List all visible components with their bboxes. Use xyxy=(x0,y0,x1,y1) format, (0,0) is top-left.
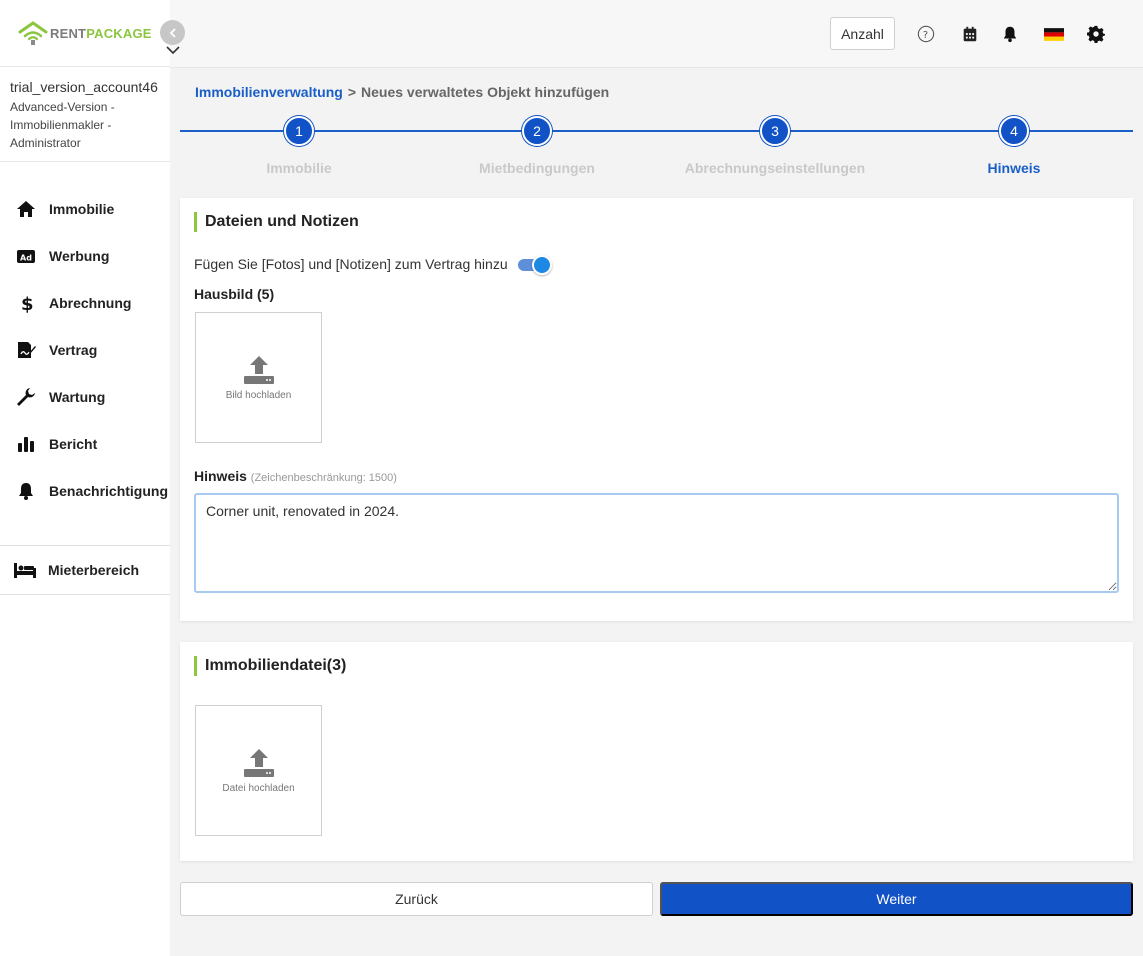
step-number: 2 xyxy=(522,116,552,146)
step-abrechnungseinstellungen[interactable]: 3 Abrechnungseinstellungen xyxy=(665,116,885,176)
upload-file-text: Datei hochladen xyxy=(222,783,295,794)
breadcrumb-root-link[interactable]: Immobilienverwaltung xyxy=(195,84,343,100)
sidebar-item-benachrichtigung[interactable]: Benachrichtigung xyxy=(0,467,170,514)
sidebar-item-mieterbereich[interactable]: Mieterbereich xyxy=(0,545,170,595)
step-label: Abrechnungseinstellungen xyxy=(684,160,866,176)
breadcrumb: Immobilienverwaltung > Neues verwaltetes O… xyxy=(195,84,609,100)
sidebar-item-label: Mieterbereich xyxy=(48,562,140,578)
ad-icon: Ad xyxy=(15,245,37,267)
note-label-row: Hinweis (Zeichenbeschränkung: 1500) xyxy=(194,468,397,484)
step-hinweis[interactable]: 4 Hinweis xyxy=(904,116,1124,176)
sidebar: RENTPACKAGE trial_version_account46 Adva… xyxy=(0,0,170,956)
sidebar-item-immobilie[interactable]: Immobilie xyxy=(0,185,170,232)
sidebar-item-label: Benachrichtigung xyxy=(49,482,169,499)
svg-text:?: ? xyxy=(923,30,928,41)
toggle-label: Fügen Sie [Fotos] und [Notizen] zum Vert… xyxy=(194,256,508,272)
top-header: Anzahl ? xyxy=(170,0,1143,68)
wrench-icon xyxy=(15,386,37,408)
step-label: Immobilie xyxy=(266,160,332,176)
account-role: Advanced-Version - Immobilienmakler - Ad… xyxy=(10,100,115,150)
upload-icon xyxy=(243,356,274,384)
bar-chart-icon xyxy=(15,433,37,455)
add-photos-notes-row: Fügen Sie [Fotos] und [Notizen] zum Vert… xyxy=(194,254,552,275)
property-file-card: Immobiliendatei(3) Datei hochladen xyxy=(180,642,1133,861)
upload-image-button[interactable]: Bild hochladen xyxy=(195,312,322,443)
step-mietbedingungen[interactable]: 2 Mietbedingungen xyxy=(427,116,647,176)
calendar-icon[interactable] xyxy=(960,24,980,44)
account-name: trial_version_account46 xyxy=(10,79,158,95)
sidebar-item-label: Vertrag xyxy=(49,341,98,358)
section-title: Immobiliendatei(3) xyxy=(194,656,346,676)
sidebar-item-abrechnung[interactable]: $ Abrechnung xyxy=(0,279,170,326)
note-textarea[interactable]: Corner unit, renovated in 2024. xyxy=(194,493,1119,593)
sidebar-item-label: Bericht xyxy=(49,435,98,452)
files-notes-card: Dateien und Notizen Fügen Sie [Fotos] un… xyxy=(180,198,1133,621)
next-button[interactable]: Weiter xyxy=(660,882,1133,916)
logo-text: RENTPACKAGE xyxy=(50,25,152,41)
logo-icon xyxy=(18,21,48,45)
notification-bell-icon[interactable] xyxy=(1000,24,1020,44)
sidebar-item-bericht[interactable]: Bericht xyxy=(0,420,170,467)
note-label: Hinweis xyxy=(194,468,247,484)
bell-icon xyxy=(15,480,37,502)
help-icon[interactable]: ? xyxy=(916,24,936,44)
step-number: 1 xyxy=(284,116,314,146)
house-image-label: Hausbild (5) xyxy=(194,286,275,302)
sidebar-item-wartung[interactable]: Wartung xyxy=(0,373,170,420)
contract-icon xyxy=(15,339,37,361)
svg-text:$: $ xyxy=(21,294,34,313)
step-number: 3 xyxy=(760,116,790,146)
upload-file-button[interactable]: Datei hochladen xyxy=(195,705,322,836)
note-hint: (Zeichenbeschränkung: 1500) xyxy=(250,472,397,484)
chevron-left-icon xyxy=(169,27,176,38)
logo[interactable]: RENTPACKAGE xyxy=(18,20,152,46)
dollar-icon: $ xyxy=(15,292,37,314)
home-icon xyxy=(15,198,37,220)
sidebar-nav: Immobilie Ad Werbung $ Abrechnung Vertra… xyxy=(0,185,170,514)
add-photos-notes-toggle[interactable] xyxy=(516,254,552,275)
step-immobilie[interactable]: 1 Immobilie xyxy=(189,116,409,176)
section-title: Dateien und Notizen xyxy=(194,212,359,232)
step-label: Mietbedingungen xyxy=(479,160,595,176)
account-chevron-down-icon[interactable] xyxy=(166,44,180,58)
svg-text:Ad: Ad xyxy=(20,253,32,262)
sidebar-item-vertrag[interactable]: Vertrag xyxy=(0,326,170,373)
account-switcher[interactable]: trial_version_account46 Advanced-Version… xyxy=(0,66,170,162)
bed-icon xyxy=(13,560,37,580)
sidebar-collapse-button[interactable] xyxy=(160,20,185,45)
back-button[interactable]: Zurück xyxy=(180,882,653,916)
upload-image-text: Bild hochladen xyxy=(225,390,292,401)
german-flag-icon[interactable] xyxy=(1043,24,1065,44)
sidebar-item-label: Wartung xyxy=(49,388,106,405)
breadcrumb-current: Neues verwaltetes Objekt hinzufügen xyxy=(361,84,610,100)
settings-gear-icon[interactable] xyxy=(1086,24,1106,44)
anzahl-button[interactable]: Anzahl xyxy=(830,17,895,50)
step-number: 4 xyxy=(999,116,1029,146)
sidebar-item-label: Werbung xyxy=(49,247,110,264)
sidebar-item-werbung[interactable]: Ad Werbung xyxy=(0,232,170,279)
breadcrumb-separator: > xyxy=(347,84,356,100)
upload-icon xyxy=(243,749,274,777)
sidebar-item-label: Abrechnung xyxy=(49,294,132,311)
sidebar-item-label: Immobilie xyxy=(49,200,115,217)
step-label: Hinweis xyxy=(987,160,1041,176)
